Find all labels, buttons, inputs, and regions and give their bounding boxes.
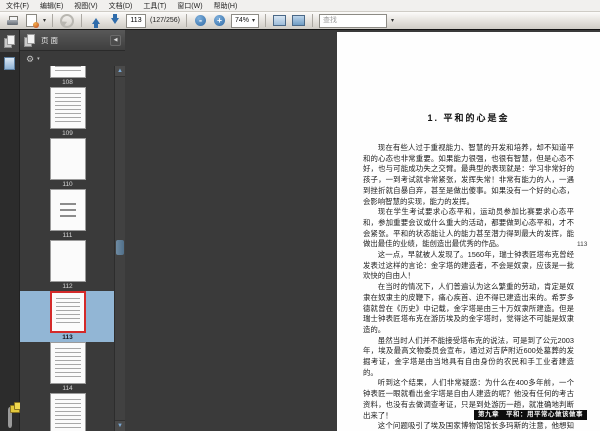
menu-item-3[interactable]: 视图(V) <box>74 1 97 11</box>
previous-view-icon <box>60 13 75 28</box>
panel-title: 页面 <box>41 35 60 45</box>
fit-page-button[interactable] <box>291 13 306 28</box>
tab-pages[interactable] <box>0 30 19 52</box>
thumbnail-page[interactable] <box>49 291 86 333</box>
thumbnail-partial[interactable] <box>20 393 115 431</box>
thumbnail-label: 110 <box>62 181 73 188</box>
paragraph: 虽然当时人们并不能接受塔布克的说法，可是到了公元2003年，埃及最高文物委员会宣… <box>363 335 574 377</box>
page-count-label: (127/256) <box>150 17 180 24</box>
toolbar-separator <box>81 14 83 27</box>
toolbar-separator <box>265 14 267 27</box>
page-body-text: 现在有些人过于重视能力、智慧的开发和培养，却不知道平和的心态也非常重要。如果能力… <box>363 143 574 431</box>
thumbnail-page[interactable] <box>49 66 86 78</box>
toolbar-separator <box>312 14 314 27</box>
zoom-in-icon: + <box>213 15 225 26</box>
navigation-tab-strip <box>0 30 20 431</box>
toolbar-separator <box>185 14 187 27</box>
previous-view-button[interactable] <box>59 13 75 28</box>
zoom-in-button[interactable]: + <box>212 13 227 28</box>
content-area: 页面 ◀ ⚙ ▾ 108 109 110 111 112 113 114 ▲ ▼ 1. 平和… <box>0 29 600 431</box>
menu-item-1[interactable]: 文件(F) <box>6 1 29 11</box>
scroll-down-button[interactable]: ▼ <box>115 420 125 431</box>
thumbnails-scrollbar[interactable]: ▲ ▼ <box>114 66 125 431</box>
zoom-out-button[interactable]: - <box>193 13 208 28</box>
thumbnail-112[interactable]: 112 <box>20 240 115 291</box>
page-number-input[interactable] <box>126 13 147 28</box>
zoom-out-icon: - <box>194 15 206 26</box>
arrow-up-icon <box>91 14 100 28</box>
fit-width-icon <box>273 15 287 26</box>
next-page-button[interactable] <box>107 13 122 28</box>
export-document-icon <box>26 14 39 28</box>
print-button[interactable] <box>5 13 20 28</box>
thumbnail-label: 112 <box>62 283 73 290</box>
chevron-down-icon: ▾ <box>252 17 256 24</box>
pages-panel: 页面 ◀ ⚙ ▾ 108 109 110 111 112 113 114 ▲ ▼ <box>20 30 125 431</box>
paragraph: 这个问题吸引了埃及国家博物馆馆长多玛斯的注意，他想知道这位钟表匠到底是什么样的人… <box>377 421 574 431</box>
toolbar: ▾ (127/256) - + 74% ▾ ▾ <box>0 12 600 30</box>
panel-collapse-button[interactable]: ◀ <box>110 34 121 46</box>
panel-options-row: ⚙ ▾ <box>20 51 125 67</box>
thumbnail-114[interactable]: 114 <box>20 342 115 393</box>
arrow-down-icon <box>110 13 119 28</box>
thumbnail-page[interactable] <box>49 189 86 231</box>
pdf-reader-window: 文件(F) 编辑(E) 视图(V) 文档(D) 工具(T) 窗口(W) 帮助(H) ▾ (1… <box>0 0 600 431</box>
menu-item-6[interactable]: 窗口(W) <box>177 1 202 11</box>
layers-icon <box>4 56 15 70</box>
thumbnail-label: 108 <box>62 79 73 86</box>
pages-icon <box>4 34 15 48</box>
menu-item-2[interactable]: 编辑(E) <box>40 1 63 11</box>
thumbnail-page[interactable] <box>49 240 86 282</box>
document-page: 1. 平和的心是金 现在有些人过于重视能力、智慧的开发和培养，却不知道平和的心态… <box>337 32 600 431</box>
export-button[interactable] <box>24 13 39 28</box>
menu-item-7[interactable]: 帮助(H) <box>214 1 238 11</box>
find-dropdown-caret[interactable]: ▾ <box>391 18 394 24</box>
thumbnail-108[interactable]: 108 <box>20 66 115 87</box>
paragraph: 在当时的情况下，人们普遍认为这么繁重的劳动，肯定是奴隶在奴隶主的皮鞭下，痛心疾首… <box>363 282 574 334</box>
fit-width-button[interactable] <box>272 13 287 28</box>
thumbnail-page[interactable] <box>49 342 86 384</box>
pages-panel-header: 页面 ◀ <box>20 30 125 51</box>
chapter-footer-label: 第九章 平和：用平常心做该做事 <box>474 410 587 420</box>
fit-page-icon <box>292 15 306 26</box>
thumbnail-110[interactable]: 110 <box>20 138 115 189</box>
scrollbar-thumb[interactable] <box>116 240 124 255</box>
zoom-level-value: 74% <box>234 17 249 24</box>
chevron-down-icon[interactable]: ▾ <box>37 56 40 62</box>
thumbnail-label: 111 <box>62 232 73 239</box>
export-dropdown-caret[interactable]: ▾ <box>43 18 46 24</box>
thumbnail-page[interactable] <box>49 87 86 129</box>
pages-icon <box>24 33 35 47</box>
thumbnail-label: 113 <box>62 334 73 341</box>
gear-icon[interactable]: ⚙ <box>26 54 34 64</box>
menu-bar: 文件(F) 编辑(E) 视图(V) 文档(D) 工具(T) 窗口(W) 帮助(H) <box>0 0 600 12</box>
thumbnail-page[interactable] <box>49 393 86 431</box>
thumbnail-109[interactable]: 109 <box>20 87 115 138</box>
thumbnail-113[interactable]: 113 <box>20 291 115 342</box>
paragraph: 这一点，早就被人发现了。1560年，瑞士钟表匠塔布克曾经发表过这样的言论：金字塔… <box>363 250 574 281</box>
menu-item-4[interactable]: 文档(D) <box>109 1 133 11</box>
thumbnail-label: 109 <box>62 130 73 137</box>
margin-page-number: 113 <box>577 241 588 248</box>
thumbnail-page[interactable] <box>49 138 86 180</box>
zoom-level-dropdown[interactable]: 74% ▾ <box>230 13 260 28</box>
menu-item-5[interactable]: 工具(T) <box>143 1 166 11</box>
paragraph: 现在有些人过于重视能力、智慧的开发和培养，却不知道平和的心态也非常重要。如果能力… <box>363 143 574 206</box>
printer-icon <box>6 15 19 26</box>
thumbnail-label: 114 <box>62 385 73 392</box>
tab-strip-bottom <box>0 402 19 428</box>
section-title: 1. 平和的心是金 <box>427 113 510 123</box>
find-input[interactable] <box>319 13 388 28</box>
toolbar-separator <box>52 14 54 27</box>
thumbnail-111[interactable]: 111 <box>20 189 115 240</box>
previous-page-button[interactable] <box>88 13 103 28</box>
tab-layers[interactable] <box>0 52 19 74</box>
paragraph: 现在学生考试要求心态平和，运动员参加比赛要求心态平和，参加重要会议或什么重大的活… <box>363 207 574 249</box>
thumbnail-list: 108 109 110 111 112 113 114 <box>20 66 115 431</box>
scroll-up-button[interactable]: ▲ <box>115 66 125 77</box>
